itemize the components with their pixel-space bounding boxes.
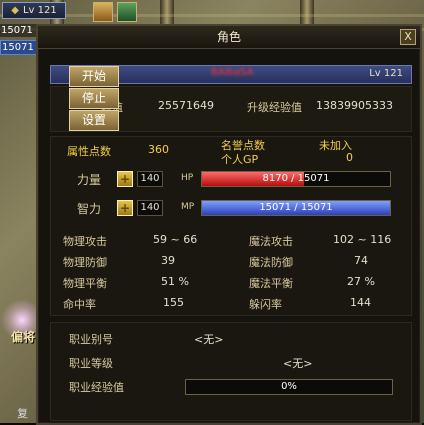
mp-bar: 15071 / 15071 bbox=[201, 200, 391, 216]
intelligence-plus-button[interactable]: + bbox=[117, 200, 133, 216]
job-alias-value: <无> bbox=[194, 333, 224, 346]
job-alias-label: 职业别号 bbox=[69, 333, 113, 346]
combat-value: 144 bbox=[350, 296, 371, 309]
close-button[interactable]: X bbox=[400, 29, 416, 45]
exp-value: 25571649 bbox=[158, 99, 214, 112]
mp-bar-text: 15071 / 15071 bbox=[259, 202, 333, 213]
combat-label: 魔法平衡 bbox=[249, 277, 293, 290]
combat-label: 魔法攻击 bbox=[249, 235, 293, 248]
intelligence-label: 智力 bbox=[77, 202, 102, 216]
player-level-bar: ◆ Lv 121 bbox=[2, 2, 66, 19]
job-section: 职业别号 <无> 职业等级 <无> 职业经验值 0% bbox=[50, 322, 412, 421]
character-level: Lv 121 bbox=[369, 68, 403, 79]
combat-label: 物理防御 bbox=[63, 256, 107, 269]
attributes-section: 属性点数 360 名誉点数 未加入 个人GP 0 力量 + 140 HP 817… bbox=[50, 136, 412, 316]
mp-readout: 15071 bbox=[0, 40, 38, 55]
hp-bar-label: HP bbox=[181, 173, 194, 183]
combat-label: 躲闪率 bbox=[249, 298, 282, 311]
bag-icon[interactable] bbox=[93, 2, 113, 22]
character-name: BAIbaSA bbox=[211, 67, 254, 78]
menu-stop-button[interactable]: 停止 bbox=[69, 88, 119, 109]
combat-value: 102 ~ 116 bbox=[333, 233, 392, 246]
player-level-label: Lv 121 bbox=[22, 5, 57, 16]
attr-points-value: 360 bbox=[148, 143, 169, 156]
job-exp-label: 职业经验值 bbox=[69, 381, 124, 394]
menu-start-button[interactable]: 开始 bbox=[69, 66, 119, 87]
strength-label: 力量 bbox=[77, 173, 102, 187]
window-title: 角色 bbox=[216, 30, 241, 44]
job-exp-bar-text: 0% bbox=[281, 381, 297, 392]
mp-bar-label: MP bbox=[181, 202, 195, 212]
window-titlebar[interactable]: 角色 X bbox=[38, 26, 420, 49]
combat-value: 51 % bbox=[161, 275, 189, 288]
hp-readout: 15071 bbox=[0, 24, 36, 37]
combat-value: 155 bbox=[163, 296, 184, 309]
job-level-label: 职业等级 bbox=[69, 357, 113, 370]
combat-value: 74 bbox=[354, 254, 368, 267]
combat-value: 39 bbox=[161, 254, 175, 267]
auto-play-menu: 开始 停止 设置 bbox=[69, 66, 119, 132]
combat-label: 物理平衡 bbox=[63, 277, 107, 290]
job-level-value: <无> bbox=[283, 357, 313, 370]
hp-bar-text: 8170 / 15071 bbox=[262, 173, 330, 184]
combat-value: 27 % bbox=[347, 275, 375, 288]
character-window: 角色 X BAIbaSA Lv 121 验值 25571649 升级经验值 13… bbox=[36, 24, 422, 425]
combat-label: 魔法防御 bbox=[249, 256, 293, 269]
diamond-icon: ◆ bbox=[11, 5, 19, 16]
hp-bar: 8170 / 15071 bbox=[201, 171, 391, 187]
combat-label: 物理攻击 bbox=[63, 235, 107, 248]
next-exp-label: 升级经验值 bbox=[247, 101, 302, 114]
combat-label: 命中率 bbox=[63, 298, 96, 311]
intelligence-value: 140 bbox=[137, 200, 163, 216]
next-exp-value: 13839905333 bbox=[316, 99, 393, 112]
menu-settings-button[interactable]: 设置 bbox=[69, 110, 119, 131]
strength-plus-button[interactable]: + bbox=[117, 171, 133, 187]
strength-value: 140 bbox=[137, 171, 163, 187]
skill-icon[interactable] bbox=[117, 2, 137, 22]
job-exp-bar: 0% bbox=[185, 379, 393, 395]
gp-label: 个人GP bbox=[221, 153, 259, 166]
player-title-text: 偏将 bbox=[11, 330, 36, 344]
gp-value: 0 bbox=[346, 151, 353, 164]
combat-value: 59 ~ 66 bbox=[153, 233, 198, 246]
attr-points-label: 属性点数 bbox=[67, 145, 111, 158]
chat-text-fragment: 复 bbox=[17, 407, 28, 420]
